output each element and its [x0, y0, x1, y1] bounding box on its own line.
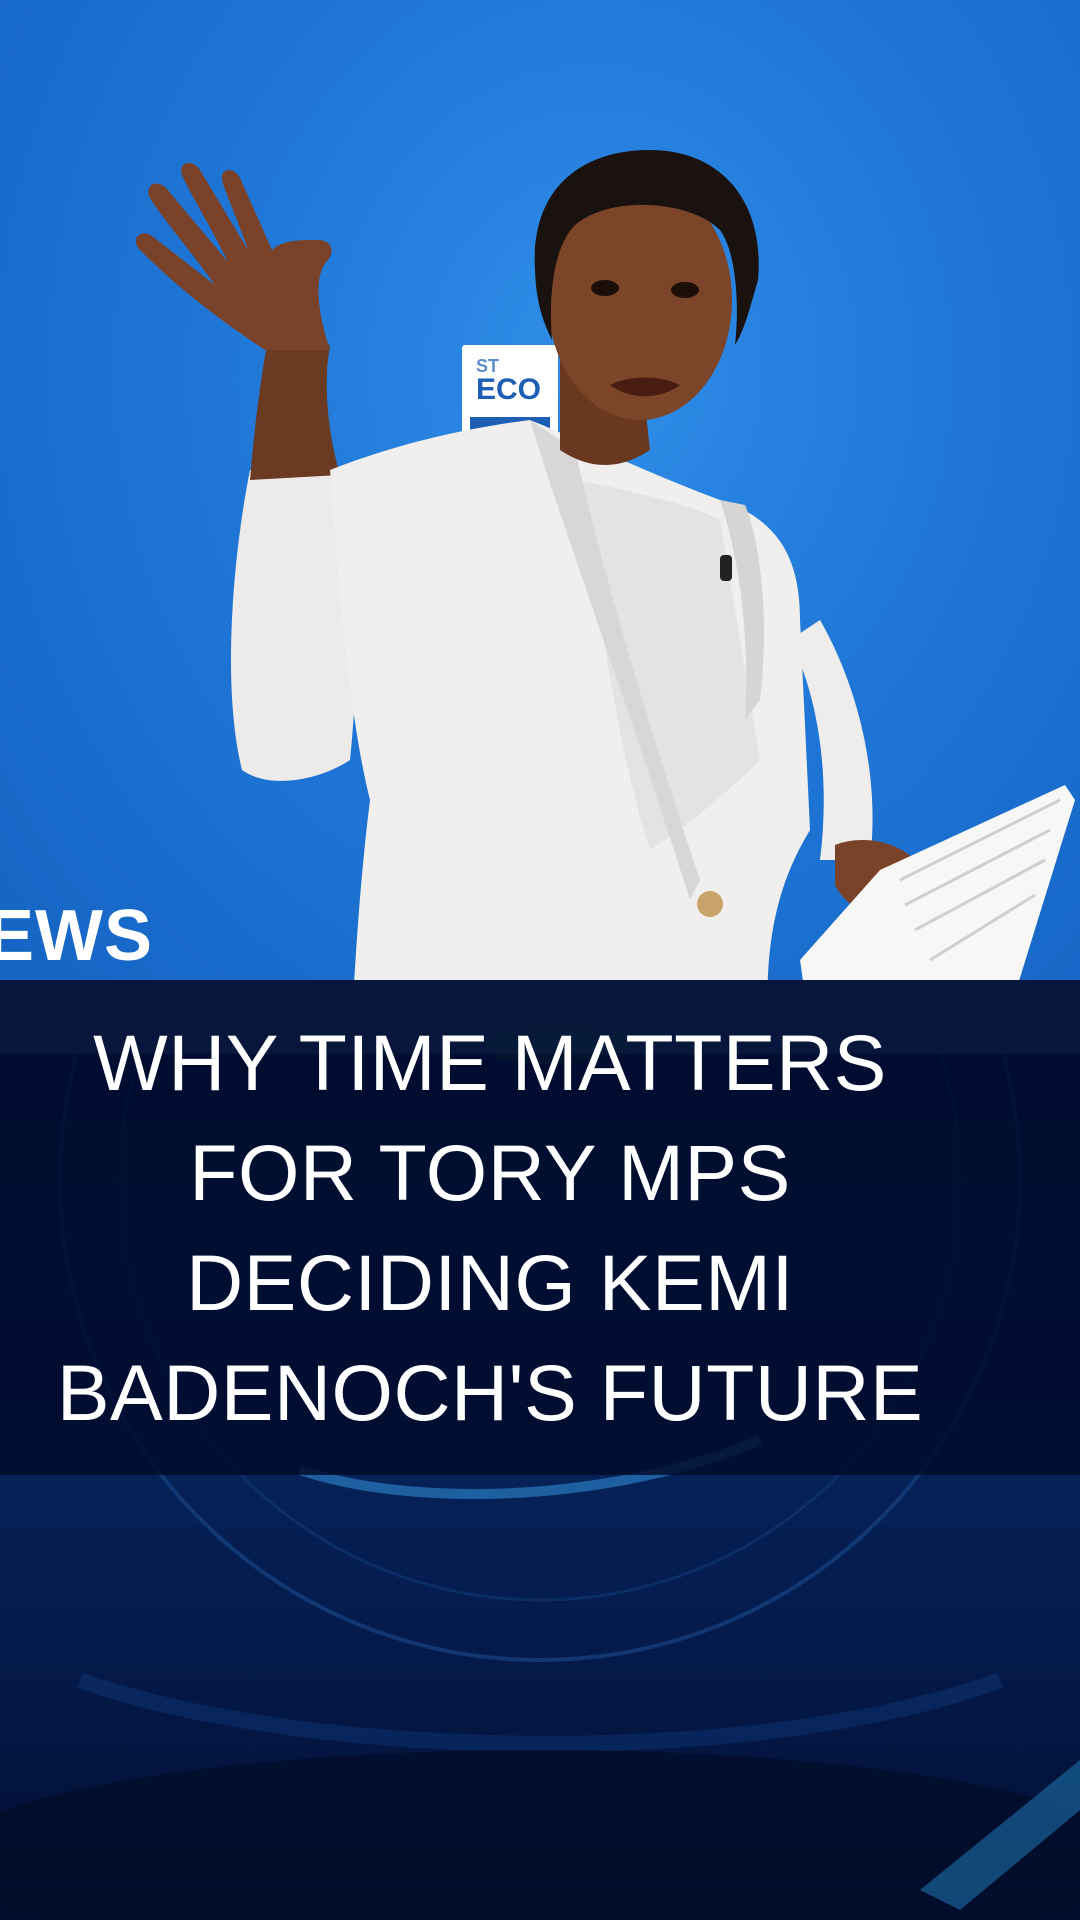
news-watermark: EWS [0, 896, 154, 976]
lapel-mic [720, 555, 732, 581]
speaker-figure [135, 150, 1075, 1056]
forearm [250, 340, 340, 480]
headline-line-4: BADENOCH'S FUTURE [56, 1348, 924, 1437]
waving-hand [135, 162, 332, 350]
headline-line-3: DECIDING KEMI [186, 1238, 794, 1327]
headline-line-1: WHY TIME MATTERS [93, 1018, 887, 1107]
jacket-button [697, 891, 723, 917]
headline-caption-box: WHY TIME MATTERS FOR TORY MPS DECIDING K… [0, 980, 1080, 1475]
headline-line-2: FOR TORY MPS [189, 1128, 791, 1217]
news-photo: ST ECO EWS [0, 0, 1080, 1056]
video-frame: ST ECO EWS WHY TIME MATTERS FOR TORY MPS… [0, 0, 1080, 1920]
headline: WHY TIME MATTERS FOR TORY MPS DECIDING K… [0, 1008, 980, 1448]
